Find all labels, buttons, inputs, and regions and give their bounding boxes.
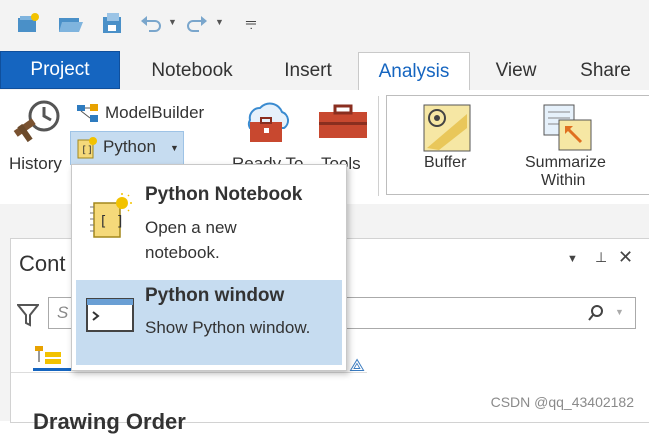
filter-icon[interactable] xyxy=(17,303,39,327)
buffer-label: Buffer xyxy=(424,154,467,171)
buffer-tool[interactable]: Buffer xyxy=(405,102,489,188)
summarize-label-line2: Within xyxy=(541,172,586,189)
tab-label: Analysis xyxy=(378,60,450,82)
tools-gallery: Buffer Summarize Within xyxy=(386,95,649,195)
svg-text:[]: [] xyxy=(81,145,93,156)
python-label: Python xyxy=(103,137,156,156)
summarize-within-tool[interactable]: Summarize Within xyxy=(515,102,625,189)
python-button[interactable]: [] Python ▼ xyxy=(70,131,184,165)
tab-label: View xyxy=(495,59,537,81)
menu-item-python-notebook[interactable]: [ ] Python Notebook Open a new notebook. xyxy=(76,173,342,273)
history-label: History xyxy=(9,154,62,173)
pane-divider xyxy=(11,372,367,373)
quick-access-toolbar: ▼ ▼ ═̣ xyxy=(0,0,649,48)
tab-insert[interactable]: Insert xyxy=(262,52,354,89)
python-notebook-small-icon: [] xyxy=(77,137,97,159)
pane-title: Cont xyxy=(19,251,66,276)
tab-project[interactable]: Project xyxy=(0,51,120,89)
menu-item-python-window[interactable]: Python window Show Python window. xyxy=(76,280,342,365)
summarize-label-line1: Summarize xyxy=(525,154,606,171)
open-project-icon[interactable] xyxy=(58,10,84,36)
customize-qat-icon[interactable]: ═̣ xyxy=(246,14,256,30)
menu-item-description: Open a new xyxy=(145,218,237,237)
toolbox-icon xyxy=(319,104,367,138)
active-list-indicator xyxy=(33,368,73,371)
modelbuilder-icon xyxy=(77,104,98,122)
buffer-icon xyxy=(423,104,471,152)
tab-share[interactable]: Share xyxy=(562,52,649,89)
python-notebook-icon: [ ] xyxy=(90,193,132,238)
menu-item-title: Python window xyxy=(145,285,285,306)
search-placeholder: S xyxy=(57,303,69,322)
search-icon[interactable] xyxy=(587,304,605,322)
svg-text:[ ]: [ ] xyxy=(99,214,124,230)
redo-icon[interactable] xyxy=(184,10,210,36)
list-by-drawing-order-button[interactable] xyxy=(33,344,69,366)
summarize-within-icon xyxy=(543,104,592,151)
ribbon-tab-bar: Project Notebook Insert Analysis View Sh… xyxy=(0,48,649,91)
python-window-icon xyxy=(86,298,134,332)
tab-label: Notebook xyxy=(151,59,233,81)
close-icon[interactable]: ✕ xyxy=(618,247,633,268)
undo-icon[interactable] xyxy=(138,10,164,36)
tab-analysis[interactable]: Analysis xyxy=(358,52,470,91)
tab-label: Share xyxy=(580,59,631,81)
menu-item-title: Python Notebook xyxy=(145,184,303,205)
pin-icon[interactable]: ⊥ xyxy=(595,249,607,266)
ready-to-use-icon xyxy=(247,102,289,142)
drawing-order-icon xyxy=(35,346,61,364)
group-separator xyxy=(378,96,379,196)
modelbuilder-button[interactable]: ModelBuilder xyxy=(74,100,224,126)
modelbuilder-label: ModelBuilder xyxy=(105,103,205,122)
tab-notebook[interactable]: Notebook xyxy=(126,52,258,89)
history-icon xyxy=(13,100,60,143)
section-heading: Drawing Order xyxy=(33,409,186,434)
search-dropdown-icon[interactable]: ▼ xyxy=(615,307,624,317)
tab-view[interactable]: View xyxy=(474,52,558,89)
undo-dropdown-icon[interactable]: ▼ xyxy=(168,17,177,27)
python-dropdown-menu: [ ] Python Notebook Open a new notebook.… xyxy=(71,164,347,371)
menu-item-description: Show Python window. xyxy=(145,318,311,337)
tab-label: Project xyxy=(30,59,90,80)
python-dropdown-icon: ▼ xyxy=(170,143,179,153)
pane-options-icon[interactable]: ▼ xyxy=(567,253,578,265)
tab-label: Insert xyxy=(284,59,332,81)
list-by-snapping-icon[interactable]: ⟁ xyxy=(349,355,365,376)
history-button[interactable]: History xyxy=(8,96,66,176)
redo-dropdown-icon[interactable]: ▼ xyxy=(215,17,224,27)
new-project-icon[interactable] xyxy=(16,10,42,36)
menu-item-description: notebook. xyxy=(145,243,220,262)
save-project-icon[interactable] xyxy=(100,10,126,36)
watermark: CSDN @qq_43402182 xyxy=(490,394,634,410)
